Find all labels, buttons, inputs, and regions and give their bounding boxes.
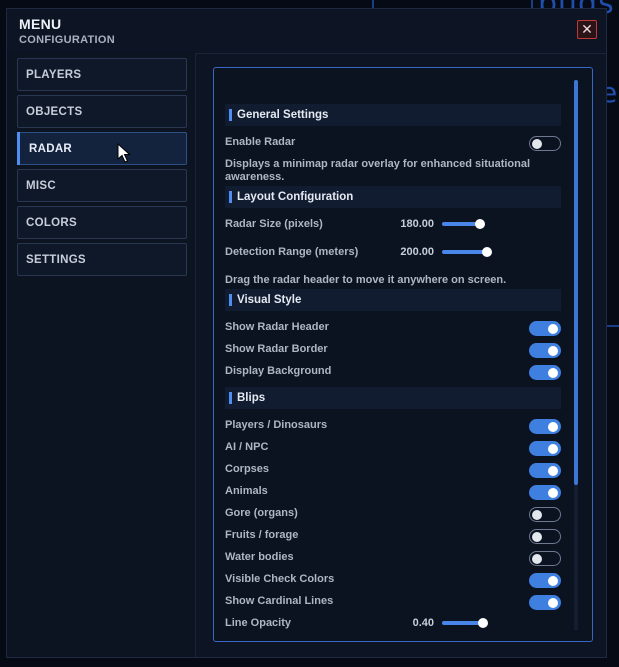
line-opacity-value: 0.40 bbox=[412, 617, 434, 629]
blip-corpses-toggle[interactable] bbox=[529, 463, 561, 478]
slider-thumb[interactable] bbox=[482, 247, 492, 257]
sidebar-item-label: SETTINGS bbox=[26, 253, 86, 266]
radar-settings-panel: General Settings Enable Radar Displays a… bbox=[213, 67, 593, 642]
mouse-cursor-icon bbox=[117, 143, 131, 163]
detection-range-label: Detection Range (meters) bbox=[225, 246, 359, 258]
radar-size-label: Radar Size (pixels) bbox=[225, 218, 323, 230]
blip-ai-npc-toggle[interactable] bbox=[529, 441, 561, 456]
sidebar-item-label: RADAR bbox=[29, 142, 73, 155]
close-icon: ✕ bbox=[581, 21, 593, 38]
section-title: Layout Configuration bbox=[237, 191, 354, 203]
radar-size-value: 180.00 bbox=[400, 218, 434, 230]
toggle-knob bbox=[548, 575, 558, 586]
toggle-knob bbox=[548, 465, 558, 476]
toggle-knob bbox=[548, 443, 558, 454]
menu-title: MENU bbox=[19, 16, 62, 32]
line-opacity-label: Line Opacity bbox=[225, 617, 292, 629]
show-radar-border-toggle[interactable] bbox=[529, 343, 561, 358]
toggle-knob bbox=[548, 323, 558, 334]
display-background-label: Display Background bbox=[225, 365, 332, 377]
show-cardinal-lines-label: Show Cardinal Lines bbox=[225, 595, 334, 607]
slider-track bbox=[442, 250, 487, 254]
sidebar-item-players[interactable]: PLAYERS bbox=[17, 58, 187, 91]
section-blips: Blips bbox=[225, 387, 561, 409]
show-radar-border-label: Show Radar Border bbox=[225, 343, 328, 355]
blip-fruits-forage-toggle[interactable] bbox=[529, 529, 561, 544]
show-cardinal-lines-toggle[interactable] bbox=[529, 595, 561, 610]
toggle-knob bbox=[532, 553, 542, 564]
slider-thumb[interactable] bbox=[475, 219, 485, 229]
blip-animals-toggle[interactable] bbox=[529, 485, 561, 500]
radar-size-slider[interactable] bbox=[442, 219, 485, 229]
blip-animals-label: Animals bbox=[225, 485, 268, 497]
blip-water-bodies-label: Water bodies bbox=[225, 551, 294, 563]
toggle-knob bbox=[532, 531, 542, 542]
scrollbar-thumb[interactable] bbox=[574, 80, 578, 485]
sidebar-item-label: OBJECTS bbox=[26, 105, 83, 118]
show-radar-header-toggle[interactable] bbox=[529, 321, 561, 336]
enable-radar-label: Enable Radar bbox=[225, 136, 296, 148]
section-layout-configuration: Layout Configuration bbox=[225, 186, 561, 208]
sidebar-item-objects[interactable]: OBJECTS bbox=[17, 95, 187, 128]
blip-gore-label: Gore (organs) bbox=[225, 507, 298, 519]
close-button[interactable]: ✕ bbox=[577, 20, 597, 39]
section-visual-style: Visual Style bbox=[225, 289, 561, 311]
toggle-knob bbox=[548, 367, 558, 378]
blip-gore-toggle[interactable] bbox=[529, 507, 561, 522]
menu-window: MENU CONFIGURATION ✕ PLAYERS OBJECTS RAD… bbox=[6, 8, 607, 658]
visible-check-colors-toggle[interactable] bbox=[529, 573, 561, 588]
sidebar-item-colors[interactable]: COLORS bbox=[17, 206, 187, 239]
blip-corpses-label: Corpses bbox=[225, 463, 270, 475]
toggle-knob bbox=[548, 421, 558, 432]
menu-subtitle: CONFIGURATION bbox=[19, 34, 115, 46]
sidebar-item-radar[interactable]: RADAR bbox=[17, 132, 187, 165]
toggle-knob bbox=[548, 597, 558, 608]
sidebar-item-settings[interactable]: SETTINGS bbox=[17, 243, 187, 276]
scrollbar[interactable] bbox=[574, 80, 578, 630]
show-radar-header-label: Show Radar Header bbox=[225, 321, 329, 333]
detection-range-value: 200.00 bbox=[400, 246, 434, 258]
blip-players-dinosaurs-label: Players / Dinosaurs bbox=[225, 419, 328, 431]
enable-radar-description: Displays a minimap radar overlay for enh… bbox=[225, 158, 531, 183]
layout-hint: Drag the radar header to move it anywher… bbox=[225, 274, 507, 286]
display-background-toggle[interactable] bbox=[529, 365, 561, 380]
section-general-settings: General Settings bbox=[225, 104, 561, 126]
visible-check-colors-label: Visible Check Colors bbox=[225, 573, 335, 585]
toggle-knob bbox=[548, 487, 558, 498]
section-title: General Settings bbox=[237, 109, 329, 121]
blip-ai-npc-label: AI / NPC bbox=[225, 441, 269, 453]
toggle-knob bbox=[532, 138, 542, 149]
sidebar-item-label: COLORS bbox=[26, 216, 77, 229]
blip-water-bodies-toggle[interactable] bbox=[529, 551, 561, 566]
sidebar-item-misc[interactable]: MISC bbox=[17, 169, 187, 202]
enable-radar-toggle[interactable] bbox=[529, 136, 561, 151]
section-title: Visual Style bbox=[237, 294, 302, 306]
blip-players-dinosaurs-toggle[interactable] bbox=[529, 419, 561, 434]
detection-range-slider[interactable] bbox=[442, 247, 492, 257]
window-header[interactable]: MENU CONFIGURATION ✕ bbox=[7, 9, 606, 54]
slider-thumb[interactable] bbox=[478, 618, 488, 628]
toggle-knob bbox=[548, 345, 558, 356]
toggle-knob bbox=[532, 509, 542, 520]
sidebar-item-label: MISC bbox=[26, 179, 56, 192]
sidebar-item-label: PLAYERS bbox=[26, 68, 82, 81]
sidebar: PLAYERS OBJECTS RADAR MISC COLORS SETTIN… bbox=[7, 53, 196, 657]
section-title: Blips bbox=[237, 392, 266, 404]
line-opacity-slider[interactable] bbox=[442, 618, 488, 628]
blip-fruits-forage-label: Fruits / forage bbox=[225, 529, 299, 541]
